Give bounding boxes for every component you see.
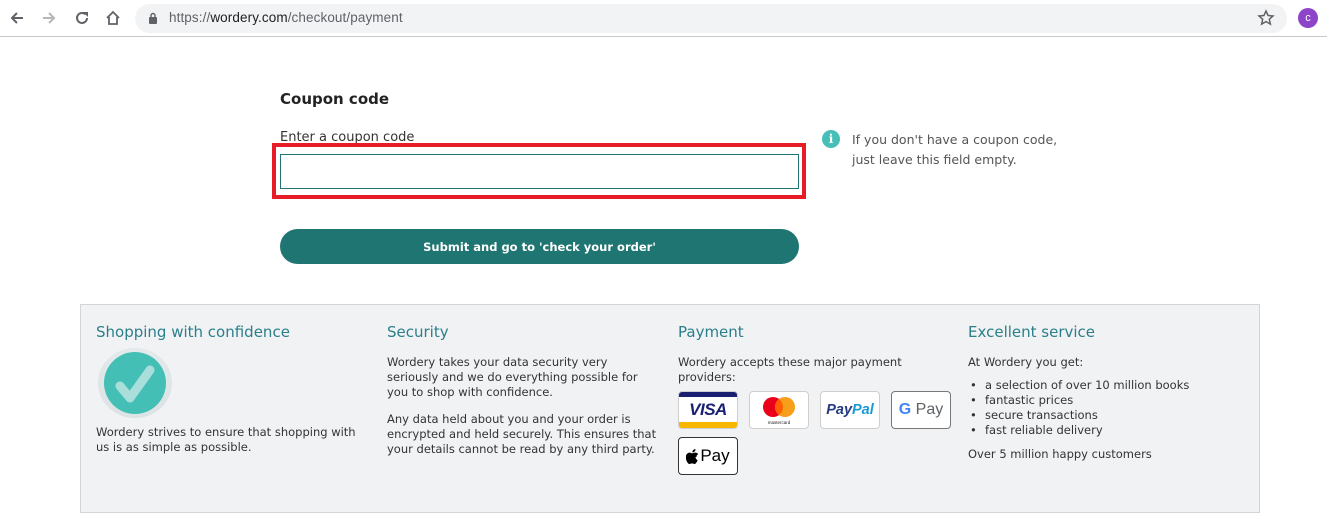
security-title: Security xyxy=(387,323,449,341)
security-section: Security Wordery takes your data securit… xyxy=(387,323,657,457)
payment-logos-row-2: Pay xyxy=(678,437,958,475)
service-intro: At Wordery you get: xyxy=(968,355,1084,369)
service-list: a selection of over 10 million books fan… xyxy=(968,378,1248,438)
paypal-logo: PayPal xyxy=(820,391,880,429)
payment-title: Payment xyxy=(678,323,744,341)
coupon-title: Coupon code xyxy=(280,90,390,108)
apple-icon xyxy=(686,448,699,464)
home-icon xyxy=(106,10,120,25)
list-item: a selection of over 10 million books xyxy=(968,378,1248,393)
confidence-title: Shopping with confidence xyxy=(96,323,290,341)
payment-logos-row-1: VISA mastercard PayPal G Pay xyxy=(678,391,958,429)
bookmark-star-icon[interactable] xyxy=(1257,9,1275,27)
forward-button[interactable] xyxy=(39,8,59,28)
security-paragraph-2: Any data held about you and your order i… xyxy=(387,412,657,456)
list-item: fantastic prices xyxy=(968,393,1248,408)
mastercard-logo: mastercard xyxy=(749,391,809,429)
confidence-section: Shopping with confidence xyxy=(96,323,366,341)
payment-section: Payment Wordery accepts these major paym… xyxy=(678,323,958,475)
svg-text:mastercard: mastercard xyxy=(768,420,791,425)
home-button[interactable] xyxy=(103,8,123,28)
service-title: Excellent service xyxy=(968,323,1096,341)
lock-icon xyxy=(149,12,157,24)
checkmark-badge-icon xyxy=(98,348,172,418)
payment-text: Wordery accepts these major payment prov… xyxy=(678,355,902,384)
list-item: fast reliable delivery xyxy=(968,423,1248,438)
submit-button[interactable]: Submit and go to 'check your order' xyxy=(280,229,799,264)
google-pay-logo: G Pay xyxy=(891,391,951,429)
apple-pay-logo: Pay xyxy=(678,437,738,475)
profile-avatar[interactable]: c xyxy=(1298,8,1318,28)
reload-icon xyxy=(76,11,88,24)
arrow-right-icon xyxy=(43,12,56,24)
arrow-left-icon xyxy=(10,12,23,24)
trust-panel: Shopping with confidence Wordery strives… xyxy=(80,304,1260,513)
security-paragraph-1: Wordery takes your data security very se… xyxy=(387,355,638,399)
list-item: secure transactions xyxy=(968,408,1248,423)
address-bar[interactable]: https://wordery.com/checkout/payment xyxy=(135,4,1287,33)
browser-toolbar: https://wordery.com/checkout/payment c xyxy=(0,0,1327,37)
service-section: Excellent service At Wordery you get: a … xyxy=(968,323,1248,462)
url-text: https://wordery.com/checkout/payment xyxy=(169,10,403,25)
confidence-text: Wordery strives to ensure that shopping … xyxy=(96,425,356,454)
coupon-info-text: If you don't have a coupon code, just le… xyxy=(852,132,1058,167)
info-icon: i xyxy=(822,130,840,148)
back-button[interactable] xyxy=(7,8,27,28)
reload-button[interactable] xyxy=(72,8,92,28)
service-closing: Over 5 million happy customers xyxy=(968,447,1152,461)
coupon-input[interactable] xyxy=(280,154,799,189)
visa-logo: VISA xyxy=(678,391,738,429)
